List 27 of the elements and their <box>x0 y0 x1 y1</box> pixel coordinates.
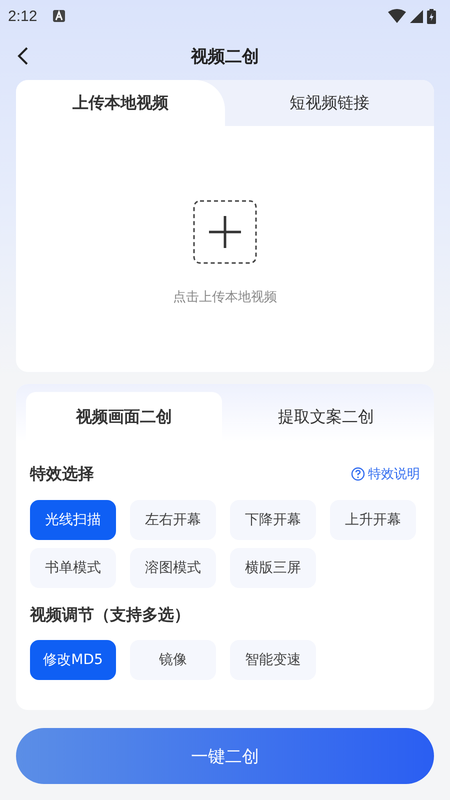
source-tab[interactable]: 短视频链接 <box>225 80 434 126</box>
effect-option[interactable]: 溶图模式 <box>130 548 216 588</box>
wifi-icon <box>388 9 406 23</box>
adjust-option[interactable]: 镜像 <box>130 640 216 680</box>
effect-option[interactable]: 横版三屏 <box>230 548 316 588</box>
create-button[interactable]: 一键二创 <box>16 728 434 784</box>
page-title: 视频二创 <box>191 46 259 68</box>
upload-hint: 点击上传本地视频 <box>173 289 277 306</box>
source-tab[interactable]: 上传本地视频 <box>16 80 225 126</box>
help-link[interactable]: 特效说明 <box>351 465 420 483</box>
help-icon <box>351 467 365 481</box>
status-time: 2:12 <box>8 8 38 24</box>
back-icon[interactable] <box>16 46 30 66</box>
section-title: 视频调节（支持多选） <box>30 604 190 626</box>
effect-option[interactable]: 书单模式 <box>30 548 116 588</box>
adjust-option[interactable]: 智能变速 <box>230 640 316 680</box>
effect-option[interactable]: 上升开幕 <box>330 500 416 540</box>
effect-option[interactable]: 光线扫描 <box>30 500 116 540</box>
battery-icon <box>427 8 436 24</box>
mode-tab[interactable]: 提取文案二创 <box>228 392 424 442</box>
section-title: 特效选择 <box>30 464 94 484</box>
effect-option[interactable]: 左右开幕 <box>130 500 216 540</box>
adjust-option[interactable]: 修改MD5 <box>30 640 116 680</box>
signal-icon <box>410 10 423 22</box>
notification-icon <box>53 10 66 22</box>
effect-option[interactable]: 下降开幕 <box>230 500 316 540</box>
add-icon[interactable] <box>193 200 257 264</box>
